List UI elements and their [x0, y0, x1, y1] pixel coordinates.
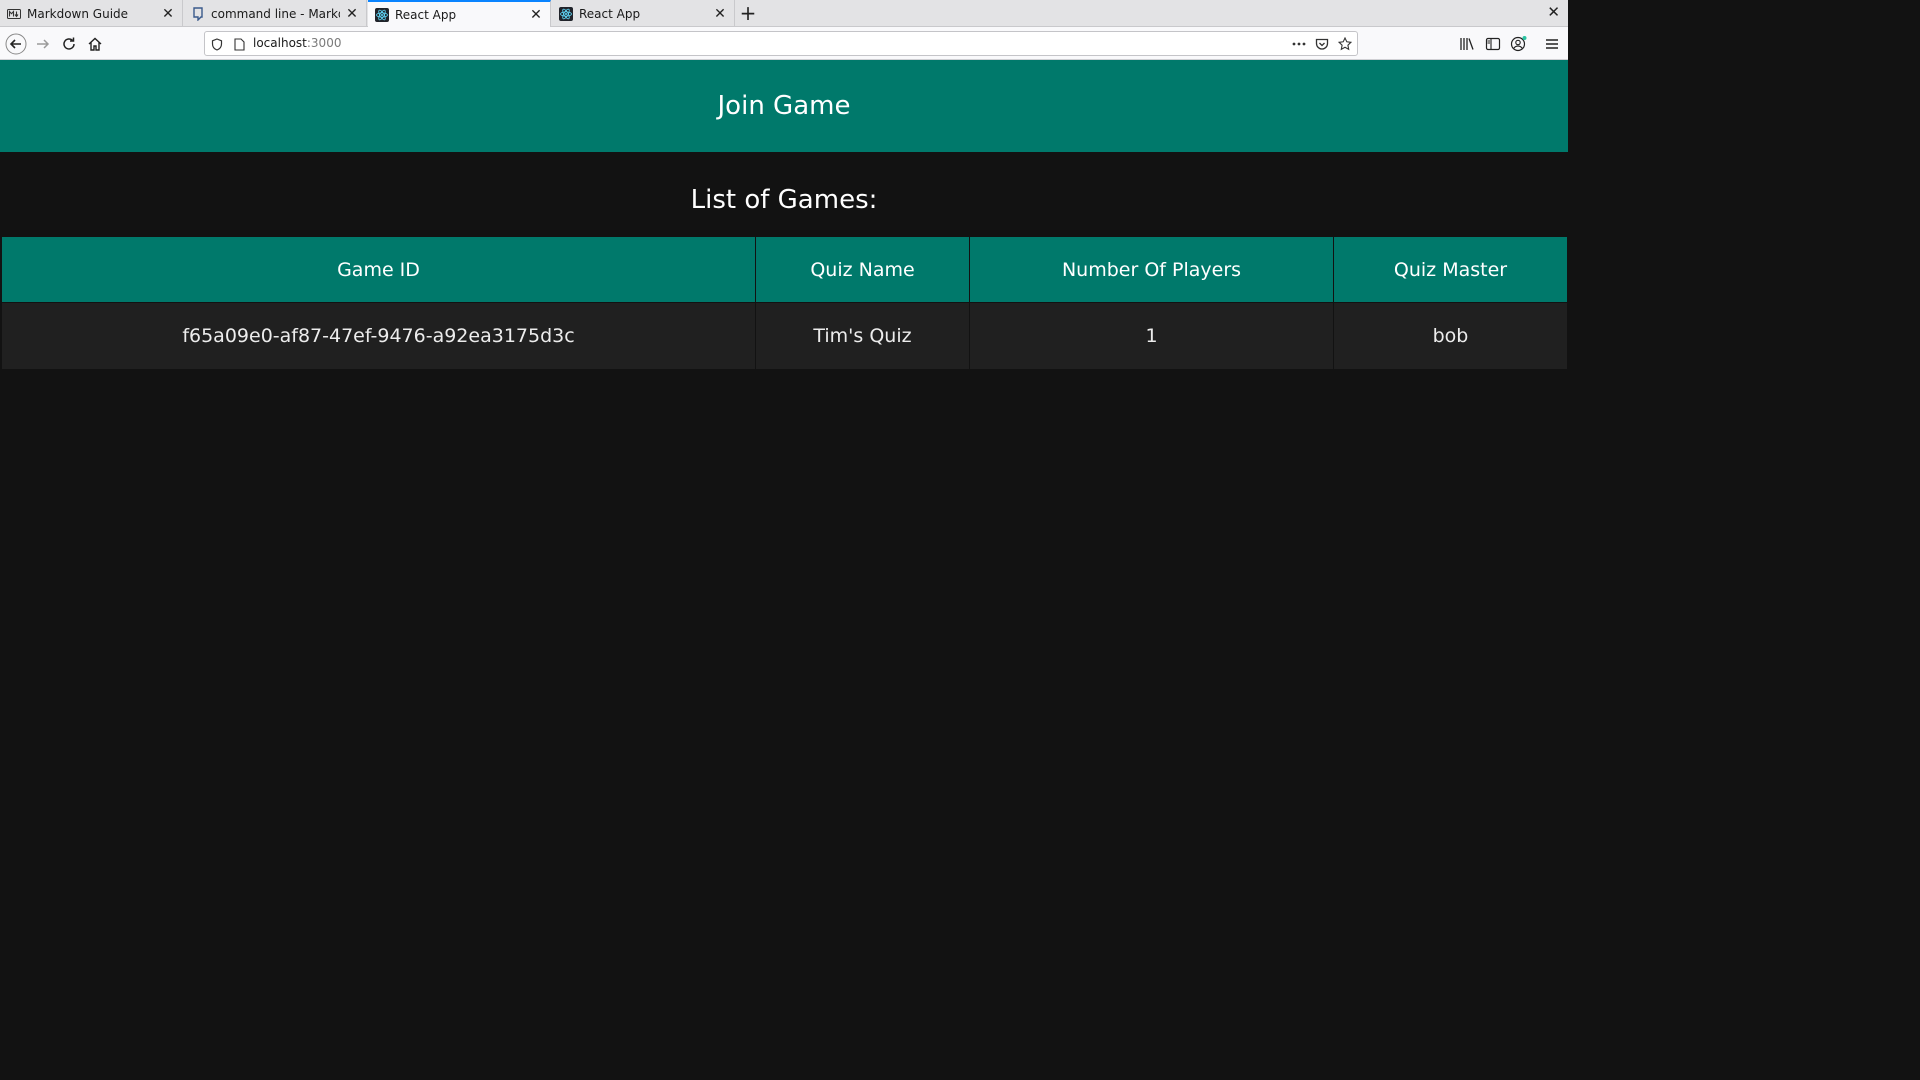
- account-button[interactable]: [1507, 32, 1531, 56]
- page-title: Join Game: [717, 91, 851, 121]
- tab-markdown-guide[interactable]: Markdown Guide ✕: [0, 0, 183, 27]
- tab-command-line[interactable]: command line - Markdow ✕: [184, 0, 367, 27]
- url-port: :3000: [306, 36, 342, 50]
- sidebar-icon: [1485, 37, 1501, 51]
- column-header-number-of-players: Number Of Players: [969, 236, 1334, 303]
- tab-label: Markdown Guide: [27, 6, 129, 21]
- sidebar-button[interactable]: [1481, 32, 1505, 56]
- quiz-name-cell[interactable]: Tim's Quiz: [755, 302, 970, 370]
- library-icon: [1460, 38, 1474, 50]
- reload-icon: [63, 37, 75, 50]
- quiz-master-cell[interactable]: bob: [1333, 302, 1568, 370]
- navigation-toolbar: localhost:3000: [0, 27, 1568, 60]
- react-icon: [374, 7, 390, 23]
- stackexchange-icon: [190, 6, 206, 22]
- home-button[interactable]: [83, 32, 107, 56]
- close-tab-icon[interactable]: ✕: [344, 6, 360, 22]
- back-arrow-icon: [5, 33, 27, 55]
- library-button[interactable]: [1455, 32, 1479, 56]
- tab-label: command line - Markdow: [211, 6, 340, 21]
- pocket-icon[interactable]: [1314, 36, 1330, 52]
- window-close-icon[interactable]: ✕: [1547, 3, 1560, 21]
- tab-react-app-active[interactable]: React App ✕: [368, 0, 551, 28]
- page-info-icon[interactable]: [231, 36, 247, 52]
- react-icon: [558, 6, 574, 22]
- tab-label: React App: [395, 8, 457, 22]
- column-header-quiz-master: Quiz Master: [1333, 236, 1568, 303]
- account-icon: [1510, 36, 1527, 52]
- forward-button[interactable]: [31, 32, 55, 56]
- forward-arrow-icon: [37, 39, 50, 49]
- home-icon: [88, 37, 102, 51]
- tab-label: React App: [579, 6, 641, 21]
- hamburger-menu-icon: [1546, 39, 1558, 49]
- column-header-game-id: Game ID: [1, 236, 756, 303]
- table-header-row: Game ID Quiz Name Number Of Players Quiz…: [1, 236, 1568, 303]
- game-id-cell[interactable]: f65a09e0-af87-47ef-9476-a92ea3175d3c: [1, 302, 756, 370]
- page-actions-icon[interactable]: [1291, 36, 1307, 52]
- markdown-icon: [6, 6, 22, 22]
- number-of-players-cell[interactable]: 1: [969, 302, 1334, 370]
- close-tab-icon[interactable]: ✕: [528, 7, 544, 23]
- page-header: Join Game: [0, 60, 1568, 152]
- bookmark-star-icon[interactable]: [1337, 36, 1353, 52]
- back-button[interactable]: [4, 32, 28, 56]
- games-table: Game ID Quiz Name Number Of Players Quiz…: [1, 236, 1568, 370]
- close-tab-icon[interactable]: ✕: [160, 6, 176, 22]
- shield-icon[interactable]: [209, 36, 225, 52]
- url-text: localhost:3000: [253, 36, 341, 50]
- menu-button[interactable]: [1540, 32, 1564, 56]
- tab-strip: Markdown Guide ✕ command line - Markdow …: [0, 0, 1568, 28]
- url-bar[interactable]: localhost:3000: [204, 31, 1358, 56]
- close-tab-icon[interactable]: ✕: [712, 6, 728, 22]
- games-list-heading: List of Games:: [690, 185, 878, 215]
- url-host: localhost: [253, 36, 307, 50]
- new-tab-button[interactable]: +: [737, 2, 759, 24]
- reload-button[interactable]: [57, 32, 81, 56]
- table-row[interactable]: f65a09e0-af87-47ef-9476-a92ea3175d3c Tim…: [1, 302, 1568, 370]
- tab-react-app[interactable]: React App ✕: [552, 0, 735, 27]
- column-header-quiz-name: Quiz Name: [755, 236, 970, 303]
